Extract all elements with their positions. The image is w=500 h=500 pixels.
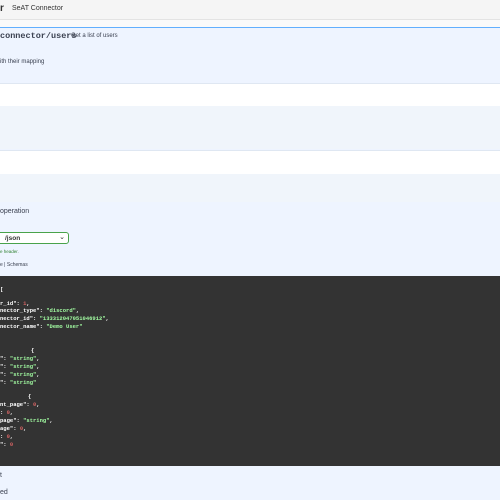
code-line: nector_name": "Demo User" xyxy=(0,323,83,330)
code-line: ": "string", xyxy=(0,355,40,362)
chevron-down-icon: ⌄ xyxy=(59,234,65,241)
code-line: age": 0, xyxy=(0,425,27,432)
content-type-value: /json xyxy=(5,235,21,242)
response-footer-status: ed xyxy=(0,489,8,496)
code-line: nt_page": 0, xyxy=(0,401,40,408)
code-line: { xyxy=(28,393,32,400)
response-example-code: [ r_id": 1, nector_type": "discord", nec… xyxy=(0,276,500,466)
code-line: r_id": 1, xyxy=(0,300,30,307)
content-type-select[interactable]: /json ⌄ xyxy=(0,232,69,244)
code-line: nector_id": "133312047051046912", xyxy=(0,315,109,322)
operation-path: connector/users xyxy=(0,31,77,41)
operation-summary: Get a list of users xyxy=(71,33,118,39)
code-line: { xyxy=(31,347,35,354)
parameters-section xyxy=(0,106,500,149)
response-footer-label: t xyxy=(0,472,2,479)
code-line: ": "string" xyxy=(0,379,37,386)
responses-section xyxy=(0,174,500,202)
example-schema-tabs[interactable]: e | Schemas xyxy=(0,262,28,268)
content-type-hint: e header. xyxy=(0,249,19,254)
app-title: SeAT Connector xyxy=(12,5,64,12)
code-line: ": 0 xyxy=(0,441,14,448)
top-bar: r SeAT Connector xyxy=(0,0,500,20)
code-line: : 0, xyxy=(0,409,14,416)
operation-description: ith their mapping xyxy=(0,59,45,65)
code-line: nector_type": "discord", xyxy=(0,307,80,314)
code-line: ": "string", xyxy=(0,371,40,378)
code-line: [ xyxy=(0,286,4,293)
parameters-header xyxy=(0,83,500,107)
code-line: : 0, xyxy=(0,433,14,440)
swagger-logo-icon: r xyxy=(0,3,4,14)
code-line: page": "string", xyxy=(0,417,53,424)
responses-header xyxy=(0,150,500,175)
operation-label: operation xyxy=(0,208,30,215)
code-line: ": "string", xyxy=(0,363,40,370)
